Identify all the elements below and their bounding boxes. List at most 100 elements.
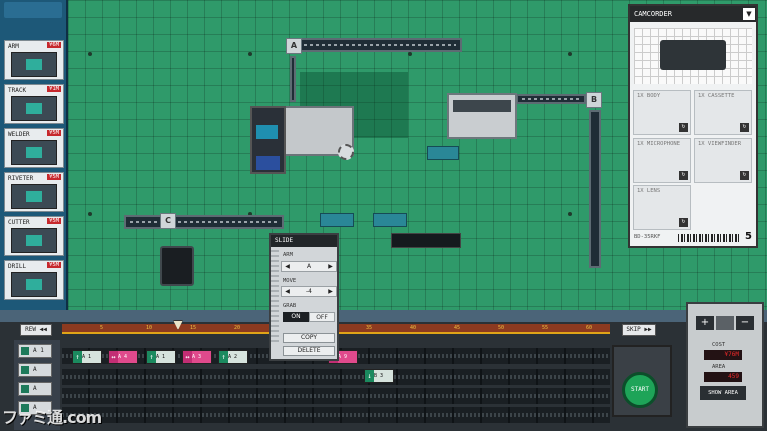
tick-label: 45 (454, 325, 461, 331)
part-name: TRACK (8, 87, 27, 94)
instruction-lead: ↔ (183, 351, 192, 363)
tick-label: 50 (498, 325, 505, 331)
arm-icon (21, 385, 29, 393)
track-rail-c[interactable] (124, 215, 284, 229)
chevron-down-icon[interactable]: ▼ (743, 8, 755, 20)
arrow-left-icon[interactable]: ◀ (283, 287, 292, 296)
instruction-label: A 4 (118, 354, 128, 360)
rotate-icon: ↻ (740, 171, 749, 180)
part-name: ARM (8, 43, 19, 50)
blueprint-cell-body[interactable]: 1X BODY ↻ (633, 90, 691, 135)
welder-icon (11, 140, 57, 165)
rotate-icon: ↻ (740, 123, 749, 132)
instruction-block[interactable]: ↔ A 3 (182, 350, 212, 364)
blueprint-cell-viewfinder[interactable]: 1X VIEWFINDER ↻ (694, 138, 752, 183)
part-drill[interactable]: DRILL ¥5M (4, 260, 64, 300)
blueprint-cell-lens[interactable]: 1X LENS ↻ (633, 185, 691, 230)
cell-label: 1X MICROPHONE (637, 141, 681, 147)
part-cost: ¥5M (47, 218, 61, 224)
rewind-button[interactable]: REW ◀◀ (20, 324, 52, 336)
part-arm[interactable]: ARM ¥6M (4, 40, 64, 80)
start-button[interactable]: START (622, 372, 658, 408)
track-row[interactable] (62, 388, 610, 404)
instruction-label: A 9 (338, 354, 348, 360)
track-head[interactable]: A (18, 363, 52, 377)
instruction-block[interactable]: ↑ A 1 (72, 350, 102, 364)
blueprint-title: CAMCORDER (630, 6, 756, 22)
track-head[interactable]: A (18, 382, 52, 396)
delete-button[interactable]: DELETE (283, 346, 335, 356)
part-riveter[interactable]: RIVETER ¥5M (4, 172, 64, 212)
instruction-block[interactable]: ↑ A 1 (146, 350, 176, 364)
tick-label: 60 (586, 325, 593, 331)
floor-stud (568, 212, 572, 216)
arm-label: ARM (283, 252, 293, 258)
area-value: 459 (704, 372, 742, 382)
part-cost: ¥5M (47, 262, 61, 268)
arrow-right-icon[interactable]: ▶ (326, 262, 335, 271)
arm-icon (21, 347, 29, 355)
drill-icon (11, 272, 57, 297)
part-cost: ¥5M (47, 130, 61, 136)
zoom-neutral-button[interactable] (716, 316, 734, 330)
grab-off-toggle[interactable]: OFF (309, 312, 335, 322)
viewfinder-part[interactable] (391, 233, 461, 248)
arm-node-a[interactable]: A (286, 38, 302, 54)
tick-label: 55 (542, 325, 549, 331)
arrow-left-icon[interactable]: ◀ (283, 262, 292, 271)
machine-blue-part (256, 156, 280, 170)
barcode-icon (678, 234, 740, 242)
part-name: WELDER (8, 131, 30, 138)
track-rail-a[interactable] (298, 38, 462, 52)
part-cutter[interactable]: CUTTER ¥5M (4, 216, 64, 256)
lens-part[interactable] (160, 246, 194, 286)
floor-stud (248, 52, 252, 56)
part-name: CUTTER (8, 219, 30, 226)
blueprint-cell-microphone[interactable]: 1X MICROPHONE ↻ (633, 138, 691, 183)
show-area-button[interactable]: SHOW AREA (700, 386, 746, 400)
arm-icon (11, 52, 57, 77)
track-row[interactable] (62, 369, 610, 385)
blueprint-cell-cassette[interactable]: 1X CASSETTE ↻ (694, 90, 752, 135)
grab-label: GRAB (283, 303, 297, 309)
cell-label: 1X BODY (637, 93, 661, 99)
arm-icon (21, 366, 29, 374)
zoom-in-button[interactable]: + (696, 316, 714, 330)
grab-on-toggle[interactable]: ON (283, 312, 309, 322)
teal-component[interactable] (373, 213, 407, 227)
tick-label: 5 (100, 325, 104, 331)
skip-button[interactable]: SKIP ▶▶ (622, 324, 656, 336)
track-rail-b[interactable] (516, 94, 586, 104)
arm-node-c[interactable]: C (160, 213, 176, 229)
floor-stud (408, 52, 412, 56)
blueprint-count: 5 (745, 231, 752, 242)
track-head-label: A (33, 366, 37, 373)
zoom-out-button[interactable]: − (736, 316, 754, 330)
part-welder[interactable]: WELDER ¥5M (4, 128, 64, 168)
arm-stepper[interactable]: ◀ A ▶ (281, 261, 337, 272)
camcorder-window (453, 100, 511, 112)
instruction-block[interactable]: ↓ B 3 (364, 369, 394, 383)
part-track[interactable]: TRACK ¥1M (4, 84, 64, 124)
tick-label: 20 (234, 325, 241, 331)
instruction-block[interactable]: ↔ A 4 (108, 350, 138, 364)
move-stepper[interactable]: ◀ -4 ▶ (281, 286, 337, 297)
tick-label: 15 (190, 325, 197, 331)
instruction-block[interactable]: ↑ A 2 (218, 350, 248, 364)
teal-component[interactable] (320, 213, 354, 227)
popup-grip (271, 250, 279, 345)
part-cost: ¥1M (47, 86, 61, 92)
arm-value: A (306, 263, 312, 270)
track-row[interactable] (62, 407, 610, 423)
arrow-right-icon[interactable]: ▶ (326, 287, 335, 296)
cost-value: ¥76M (704, 350, 742, 360)
teal-component[interactable] (427, 146, 459, 160)
rotate-icon: ↻ (679, 218, 688, 227)
arm-node-b[interactable]: B (586, 92, 602, 108)
copy-button[interactable]: COPY (283, 333, 335, 343)
timeline-header (0, 310, 767, 322)
tick-label: 40 (410, 325, 417, 331)
camcorder-icon (660, 40, 726, 70)
track-rail-b-vertical[interactable] (589, 110, 601, 268)
track-head[interactable]: A 1 (18, 344, 52, 358)
